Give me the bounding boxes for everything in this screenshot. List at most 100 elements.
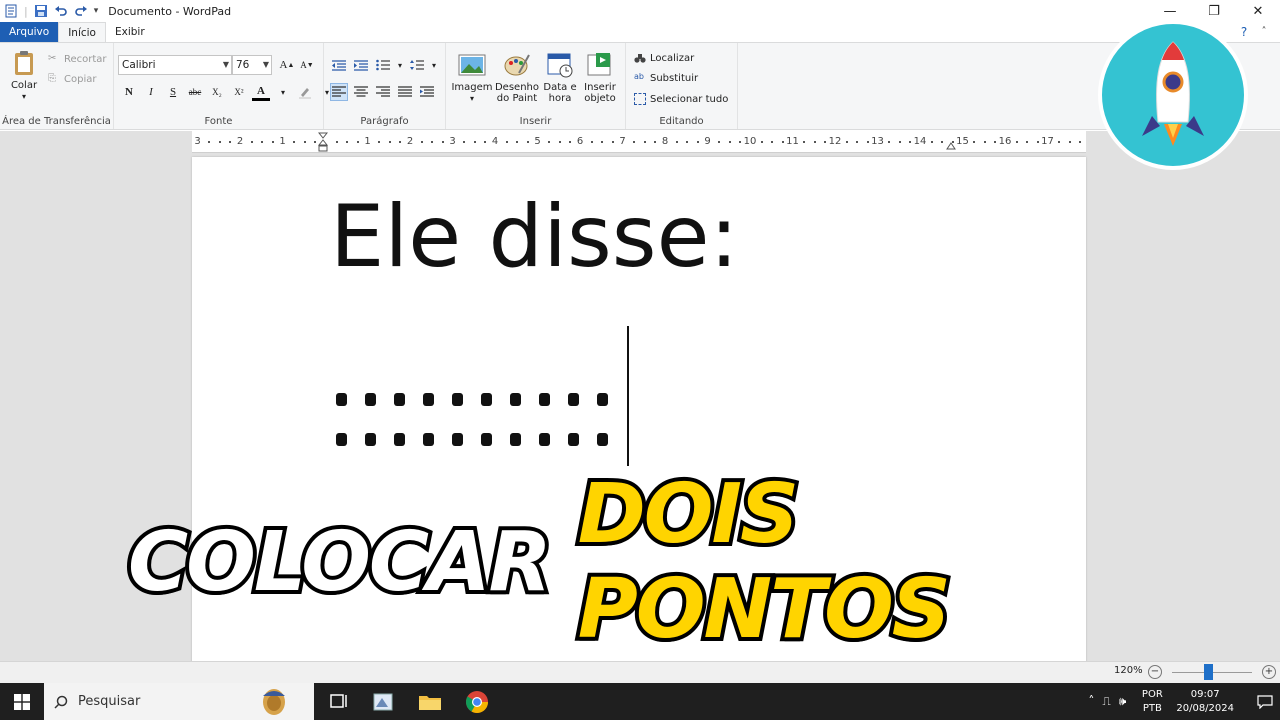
ruler-tick: [548, 141, 551, 143]
ruler-tick: [696, 141, 699, 143]
paste-button[interactable]: Colar ▾: [6, 49, 42, 102]
colon-dot: [481, 432, 492, 446]
taskbar-search[interactable]: Pesquisar: [44, 683, 314, 720]
chevron-down-icon[interactable]: ▾: [396, 56, 404, 74]
find-button[interactable]: Localizar: [634, 52, 694, 64]
grow-font-icon[interactable]: A ▲: [278, 56, 296, 74]
zoom-slider-thumb[interactable]: [1204, 664, 1213, 680]
language-indicator[interactable]: POR PTB: [1138, 688, 1166, 716]
tab-exibir[interactable]: Exibir: [106, 22, 154, 42]
wordpad-taskbar-icon[interactable]: [370, 689, 396, 715]
ruler-tick: [983, 141, 986, 143]
font-color-icon[interactable]: A: [252, 83, 270, 101]
zoom-out-button[interactable]: −: [1148, 665, 1162, 679]
ruler-tick: [941, 141, 944, 143]
paragraph-settings-icon[interactable]: [418, 83, 436, 101]
datetime-label-2: hora: [548, 93, 572, 104]
clock-date: 20/08/2024: [1176, 702, 1234, 714]
subscript-button[interactable]: X₂: [208, 83, 226, 101]
rocket-logo: [1098, 20, 1248, 170]
ruler-number: 15: [956, 136, 969, 147]
status-bar: 120% − +: [0, 661, 1280, 683]
superscript-button[interactable]: X²: [230, 83, 248, 101]
rocket-icon: [1142, 41, 1204, 146]
align-right-icon[interactable]: [374, 83, 392, 101]
notifications-button[interactable]: [1250, 694, 1280, 709]
collapse-ribbon-icon[interactable]: ˄: [1256, 22, 1272, 42]
zoom-in-button[interactable]: +: [1262, 665, 1276, 679]
volume-icon[interactable]: 🕪: [1119, 694, 1127, 709]
indent-marker-icon[interactable]: [318, 132, 328, 152]
colon-dot: [423, 392, 434, 406]
start-button[interactable]: [0, 683, 44, 720]
ruler-tick: [781, 141, 784, 143]
underline-button[interactable]: S: [164, 83, 182, 101]
restore-button[interactable]: ❐: [1192, 0, 1236, 22]
cut-button[interactable]: ✂ Recortar: [48, 53, 107, 65]
chevron-down-icon[interactable]: ▾: [274, 83, 292, 101]
font-family-select[interactable]: Calibri ▼: [118, 55, 232, 75]
highlight-icon[interactable]: [296, 83, 314, 101]
datetime-label-1: Data e: [543, 82, 577, 93]
save-icon[interactable]: [34, 4, 48, 18]
tab-inicio[interactable]: Início: [58, 22, 106, 42]
ruler-number: 13: [871, 136, 884, 147]
colon-dot: [597, 432, 608, 446]
quick-access-toolbar: | ▾: [0, 0, 98, 22]
strikethrough-button[interactable]: abc: [186, 83, 204, 101]
ruler-tick: [526, 141, 529, 143]
justify-icon[interactable]: [396, 83, 414, 101]
ruler-tick: [856, 141, 859, 143]
colon-dot: [539, 432, 550, 446]
replace-button[interactable]: ab Substituir: [634, 72, 698, 84]
ruler-number: 16: [998, 136, 1012, 147]
caption-white-text: COLOCAR: [124, 511, 556, 614]
task-view-icon[interactable]: [326, 689, 352, 715]
align-center-icon[interactable]: [352, 83, 370, 101]
bullet-list-icon[interactable]: [374, 56, 392, 74]
align-left-icon[interactable]: [330, 83, 348, 101]
colon-rows[interactable]: [336, 379, 608, 459]
line-spacing-icon[interactable]: [408, 56, 426, 74]
ruler-number: 8: [661, 136, 669, 147]
ruler-tick: [633, 141, 636, 143]
chrome-icon[interactable]: [464, 689, 490, 715]
insert-datetime-button[interactable]: Data e hora: [542, 51, 578, 104]
ruler-number: 10: [743, 136, 757, 147]
select-all-label: Selecionar tudo: [650, 93, 729, 105]
right-indent-marker-icon[interactable]: [946, 139, 956, 151]
increase-indent-icon[interactable]: [352, 56, 370, 74]
bold-button[interactable]: N: [120, 83, 138, 101]
ruler[interactable]: 3 2 1 1 2 3 4 5 6 7 8 9 10 11 12 13 14 15 16 17: [192, 131, 1086, 153]
ruler-number: 9: [704, 136, 711, 147]
colon-dot: [336, 392, 347, 406]
ruler-tick: [845, 141, 848, 143]
close-button[interactable]: ✕: [1236, 0, 1280, 22]
insert-image-button[interactable]: Imagem ▾: [451, 51, 493, 104]
colon-dot: [597, 392, 608, 406]
decrease-indent-icon[interactable]: [330, 56, 348, 74]
copy-button[interactable]: ⎘ Copiar: [48, 73, 96, 85]
ruler-tick: [803, 141, 806, 143]
wordpad-app-icon[interactable]: [4, 4, 18, 18]
network-icon[interactable]: ⎍: [1102, 694, 1110, 709]
group-label-clipboard: Área de Transferência: [2, 116, 111, 127]
insert-paint-button[interactable]: Desenho do Paint: [494, 51, 540, 104]
tab-arquivo[interactable]: Arquivo: [0, 22, 59, 42]
undo-icon[interactable]: [54, 4, 68, 18]
minimize-button[interactable]: —: [1148, 0, 1192, 22]
chevron-down-icon[interactable]: ▾: [430, 56, 438, 74]
ruler-number: 17: [1041, 136, 1054, 147]
select-all-button[interactable]: Selecionar tudo: [634, 93, 728, 105]
clock[interactable]: 09:07 20/08/2024: [1176, 688, 1234, 716]
image-label: Imagem: [451, 82, 493, 93]
font-size-select[interactable]: 76 ▼: [232, 55, 272, 75]
document-text-line[interactable]: Ele disse:: [330, 187, 738, 287]
redo-icon[interactable]: [74, 4, 88, 18]
customize-qat-icon[interactable]: ▾: [94, 6, 99, 16]
shrink-font-icon[interactable]: A ▼: [298, 56, 316, 74]
file-explorer-icon[interactable]: [417, 689, 443, 715]
insert-object-button[interactable]: Inserir objeto: [580, 51, 620, 104]
chevron-up-icon[interactable]: ˄: [1088, 694, 1094, 709]
italic-button[interactable]: I: [142, 83, 160, 101]
